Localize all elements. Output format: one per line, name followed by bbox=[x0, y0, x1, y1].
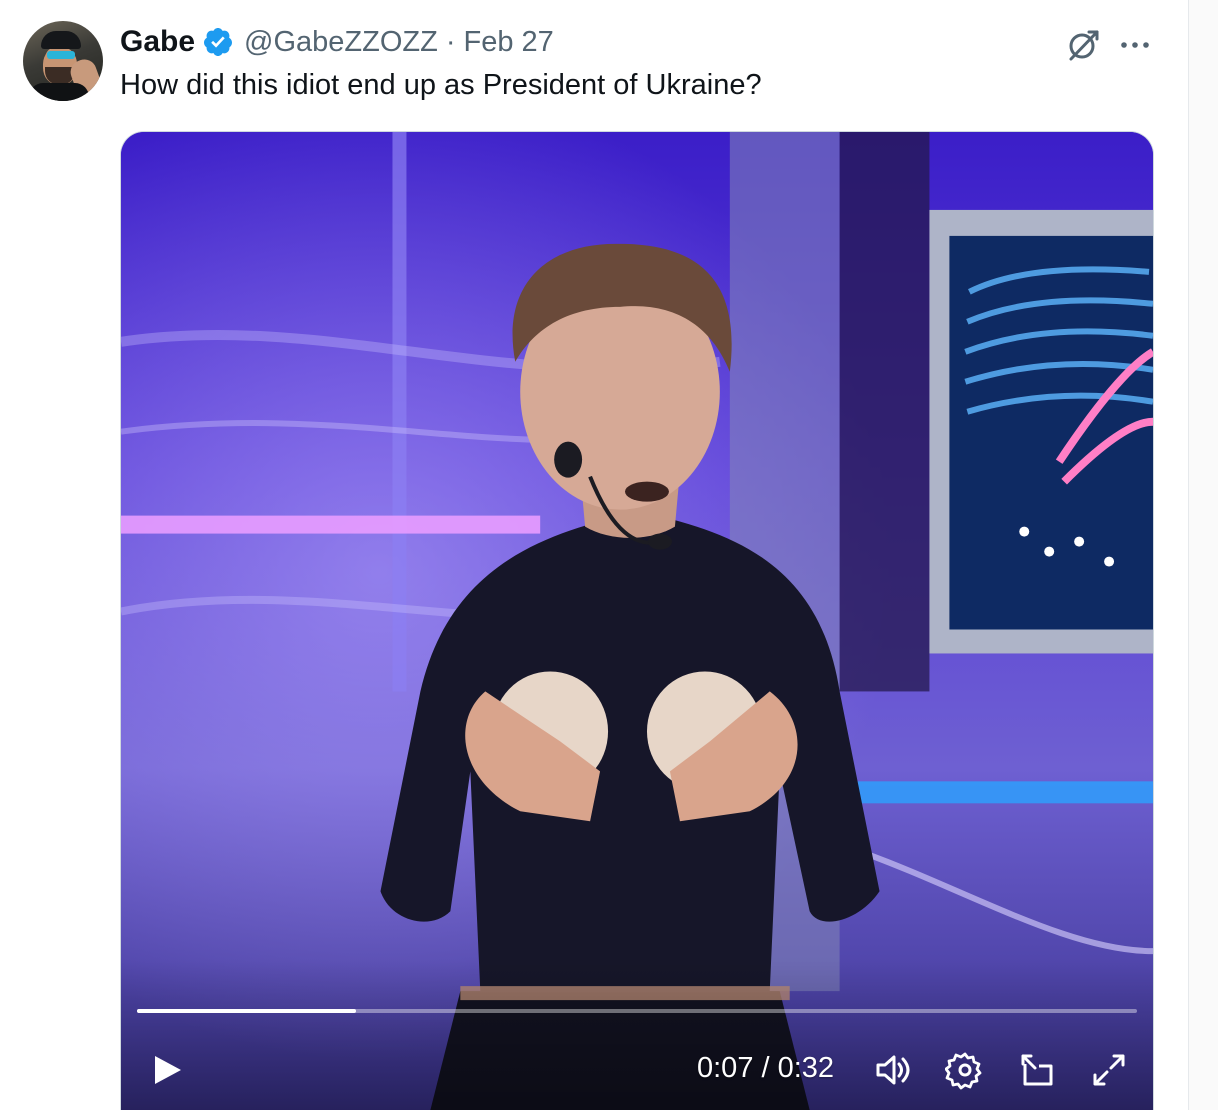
author-display-name[interactable]: Gabe bbox=[120, 25, 195, 59]
verified-badge-icon bbox=[204, 28, 233, 56]
progress-bar[interactable] bbox=[137, 1009, 1137, 1013]
video-time: 0:07 / 0:32 bbox=[697, 1052, 835, 1084]
tweet-text: How did this idiot end up as President o… bbox=[120, 69, 762, 101]
gear-icon[interactable] bbox=[945, 1050, 985, 1090]
picture-in-picture-icon[interactable] bbox=[1017, 1050, 1057, 1090]
column-divider bbox=[1188, 0, 1189, 1110]
video-player[interactable]: 0:07 / 0:32 bbox=[120, 131, 1154, 1110]
controls-overlay bbox=[121, 960, 1153, 1110]
header-separator: · bbox=[445, 25, 456, 58]
progress-bar-fill bbox=[137, 1009, 356, 1013]
tweet-header: Gabe @GabeZZOZZ · Feb 27 bbox=[120, 22, 554, 62]
fullscreen-icon[interactable] bbox=[1089, 1050, 1129, 1090]
page-side-gutter bbox=[1189, 0, 1218, 1110]
play-icon[interactable] bbox=[149, 1052, 185, 1088]
tweet-date[interactable]: Feb 27 bbox=[464, 26, 554, 59]
grok-icon[interactable] bbox=[1064, 26, 1102, 64]
more-icon[interactable] bbox=[1116, 26, 1154, 64]
avatar[interactable] bbox=[23, 21, 103, 101]
tweet[interactable]: Gabe @GabeZZOZZ · Feb 27 How did this id… bbox=[0, 0, 1188, 1110]
author-handle[interactable]: @GabeZZOZZ bbox=[244, 26, 438, 59]
volume-icon[interactable] bbox=[873, 1050, 913, 1090]
